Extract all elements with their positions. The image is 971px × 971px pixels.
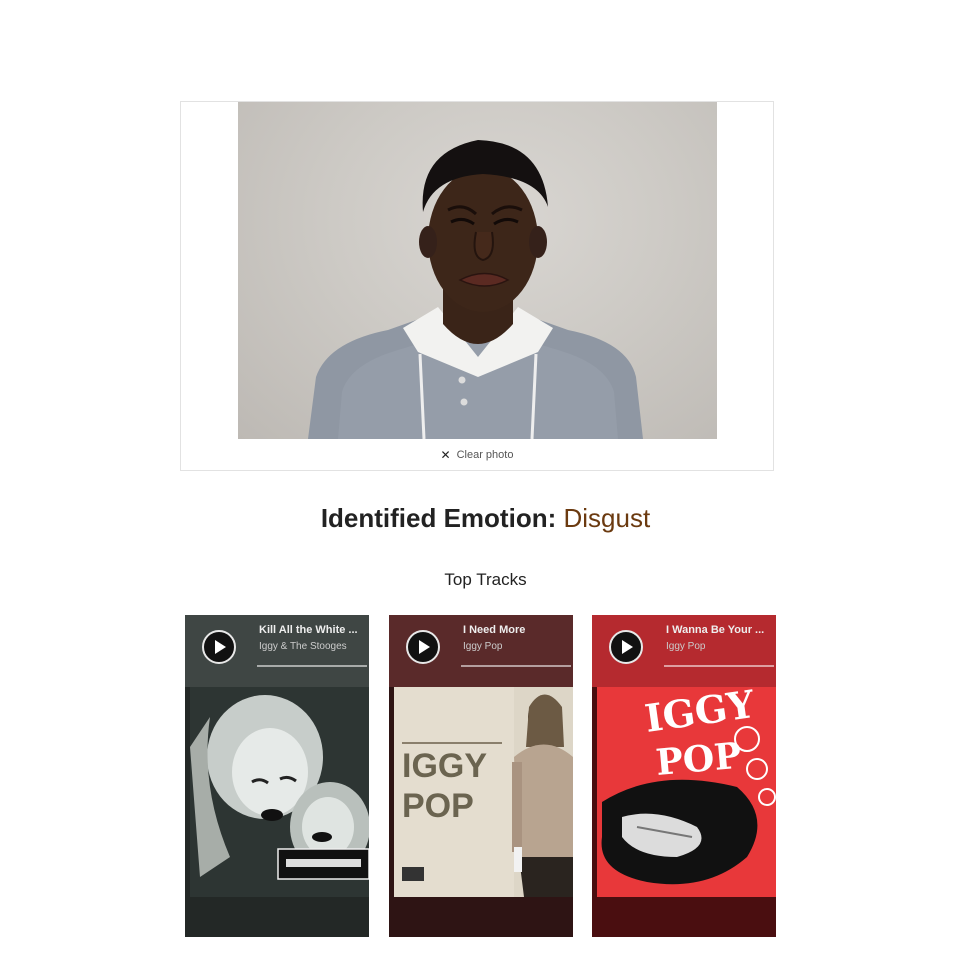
track-title[interactable]: I Need More [463, 624, 571, 636]
progress-bar[interactable] [461, 665, 571, 667]
emotion-label: Identified Emotion: [320, 503, 564, 533]
track-card: I Wanna Be Your ... Iggy Pop IGGY POP [592, 615, 776, 937]
play-button[interactable] [406, 630, 440, 664]
identified-emotion-heading: Identified Emotion: Disgust [0, 503, 971, 534]
top-tracks-heading: Top Tracks [444, 570, 527, 589]
play-icon [215, 640, 226, 654]
track-footer [389, 897, 573, 937]
track-artist[interactable]: Iggy & The Stooges [259, 641, 367, 652]
photo-card: ✕ Clear photo [180, 101, 774, 471]
progress-bar[interactable] [664, 665, 774, 667]
cover-text: IGGY [402, 747, 487, 785]
cover-text: POP [402, 787, 474, 825]
clear-photo-button[interactable]: ✕ Clear photo [181, 447, 773, 463]
track-header: I Need More Iggy Pop [389, 615, 573, 687]
play-icon [419, 640, 430, 654]
play-button[interactable] [202, 630, 236, 664]
track-header: Kill All the White ... Iggy & The Stooge… [185, 615, 369, 687]
album-cover: IGGY POP [597, 687, 776, 897]
progress-bar[interactable] [257, 665, 367, 667]
emotion-value: Disgust [563, 503, 651, 533]
play-icon [622, 640, 633, 654]
album-cover: IGGY POP [394, 687, 573, 897]
cover-text: POP [654, 735, 743, 784]
track-card: Kill All the White ... Iggy & The Stooge… [185, 615, 369, 937]
portrait-illustration [308, 140, 643, 439]
uploaded-photo [238, 102, 717, 439]
track-header: I Wanna Be Your ... Iggy Pop [592, 615, 776, 687]
track-card: I Need More Iggy Pop IGGY POP [389, 615, 573, 937]
clear-photo-label: Clear photo [456, 449, 514, 461]
track-footer [592, 897, 776, 937]
close-icon: ✕ [440, 448, 451, 462]
track-title[interactable]: I Wanna Be Your ... [666, 624, 774, 636]
track-artist[interactable]: Iggy Pop [463, 641, 571, 652]
track-title[interactable]: Kill All the White ... [259, 624, 367, 636]
album-cover [190, 687, 369, 897]
track-footer [185, 897, 369, 937]
track-artist[interactable]: Iggy Pop [666, 641, 774, 652]
play-button[interactable] [609, 630, 643, 664]
